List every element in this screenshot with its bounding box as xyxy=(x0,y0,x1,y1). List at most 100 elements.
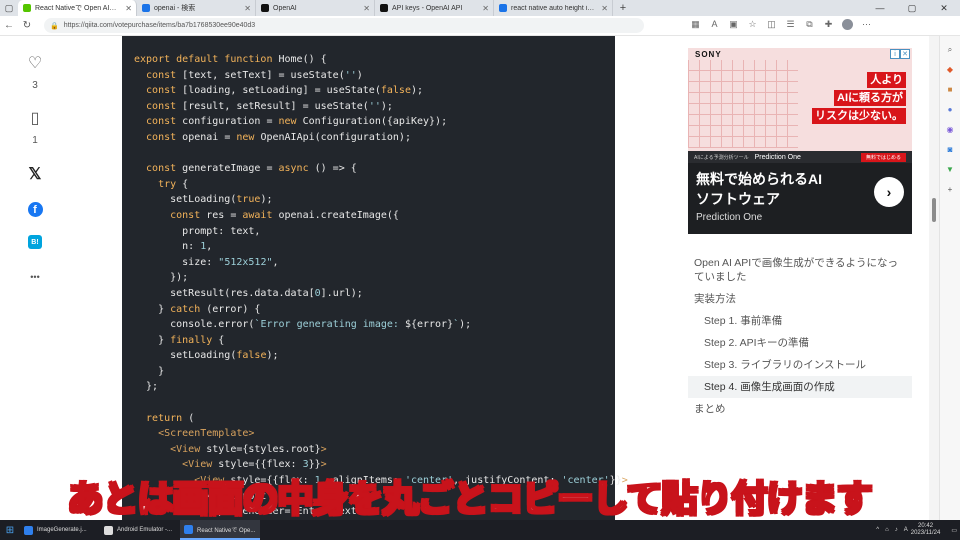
code-token: n: xyxy=(134,241,201,253)
tab-favicon-icon xyxy=(142,4,150,12)
scrollbar[interactable] xyxy=(929,36,939,520)
advertisement[interactable]: SONY i ✕ 人より AIに頼る方が リスクは少ない。 AIによる予測分析ツ… xyxy=(688,48,912,234)
extensions-icon[interactable]: ✚ xyxy=(819,19,838,32)
code-line: setResult(res.data.data[0].url); xyxy=(134,286,615,302)
code-line: const openai = new OpenAIApi(configurati… xyxy=(134,130,615,146)
code-token: setLoading( xyxy=(134,194,237,206)
code-token: setResult(res.data.data[ xyxy=(134,287,315,299)
code-token: export default function xyxy=(134,54,279,65)
image-icon[interactable]: ▣ xyxy=(724,19,743,32)
drop-icon[interactable]: ▼ xyxy=(946,160,954,180)
tray-chevron-icon[interactable]: ^ xyxy=(876,527,879,533)
apps-icon[interactable]: ● xyxy=(948,100,953,120)
new-tab-button[interactable]: + xyxy=(616,2,630,14)
code-token: const xyxy=(134,163,183,175)
ad-mid-text: AIによる予測分析ツール xyxy=(694,154,749,161)
briefcase-icon[interactable]: ■ xyxy=(948,80,953,100)
ad-product: Prediction One xyxy=(754,153,801,161)
code-token: ) xyxy=(356,69,363,81)
code-token: , xyxy=(206,241,213,253)
clock[interactable]: 20:42 2023/11/24 xyxy=(911,523,941,537)
maximize-icon[interactable]: ▢ xyxy=(896,3,928,14)
close-window-icon[interactable]: ✕ xyxy=(928,3,960,14)
toc-item[interactable]: Step 4. 画像生成画面の作成 xyxy=(688,376,912,398)
ad-info-icon[interactable]: i xyxy=(890,49,900,59)
search-icon[interactable]: ⌕ xyxy=(948,40,952,60)
tag-icon[interactable]: ◆ xyxy=(947,60,953,80)
more-menu-icon[interactable]: ⋯ xyxy=(857,19,876,32)
code-token: ); xyxy=(410,85,424,97)
taskbar-app[interactable]: React Nativeで Ope... xyxy=(180,520,260,540)
taskbar-app[interactable]: ImageGenerate.j... xyxy=(20,520,100,540)
grid-icon[interactable]: ▦ xyxy=(686,19,705,32)
toc-item[interactable]: Step 1. 事前準備 xyxy=(688,310,912,332)
ad-cta-button[interactable]: 無料ではじめる xyxy=(860,152,906,162)
code-token: catch xyxy=(170,303,207,315)
toc-item[interactable]: まとめ xyxy=(688,398,912,420)
taskbar-app-label: ImageGenerate.j... xyxy=(37,527,87,533)
tab-close-icon[interactable]: ✕ xyxy=(601,4,608,13)
more-options-icon[interactable]: ••• xyxy=(30,267,39,287)
tab-0[interactable]: React Nativeで Open AIを使用して画像生成✕ xyxy=(18,0,137,16)
tab-close-icon[interactable]: ✕ xyxy=(244,4,251,13)
refresh-icon[interactable]: ↻ xyxy=(18,20,36,31)
split-icon[interactable]: ◫ xyxy=(762,19,781,32)
tray-volume-icon[interactable]: ♪ xyxy=(895,527,898,533)
tab-close-icon[interactable]: ✕ xyxy=(125,4,132,13)
add-sidebar-icon[interactable]: + xyxy=(948,180,953,200)
profile-avatar[interactable] xyxy=(838,19,857,32)
toc-item[interactable]: Open AI APIで画像生成ができるようになっていました xyxy=(688,252,912,288)
ad-choices[interactable]: i ✕ xyxy=(890,49,910,59)
tab-4[interactable]: react native auto height image ✕ xyxy=(494,0,613,16)
code-token: ].url); xyxy=(320,287,363,299)
code-token: } xyxy=(134,365,165,377)
tab-close-icon[interactable]: ✕ xyxy=(482,4,489,13)
collections-icon[interactable]: ⧉ xyxy=(800,19,819,32)
tray-network-icon[interactable]: ⌂ xyxy=(885,527,889,533)
back-icon[interactable]: ← xyxy=(0,20,18,31)
favorite-icon[interactable]: ☆ xyxy=(743,19,762,32)
ad-arrow-button[interactable]: › xyxy=(874,177,904,207)
minimize-icon[interactable]: — xyxy=(864,3,896,14)
tab-2[interactable]: OpenAI ✕ xyxy=(256,0,375,16)
url-field[interactable]: 🔒 https://qiita.com/votepurchase/items/b… xyxy=(44,18,644,33)
tab-title: react native auto height image xyxy=(511,4,599,12)
favorites-bar-icon[interactable]: ☰ xyxy=(781,19,800,32)
toc-item[interactable]: 実装方法 xyxy=(688,288,912,310)
notification-icon[interactable]: ▭ xyxy=(951,527,957,534)
tab-1[interactable]: openai - 検索 ✕ xyxy=(137,0,256,16)
toolbar-icons: ▦ A ▣ ☆ ◫ ☰ ⧉ ✚ ⋯ xyxy=(686,19,876,32)
copilot-icon[interactable]: ◉ xyxy=(947,120,954,140)
stock-icon[interactable]: ▯ xyxy=(31,109,40,129)
code-line: <View style={{flex: 3}}> xyxy=(134,457,615,473)
like-count: 3 xyxy=(32,80,38,91)
tab-3[interactable]: API keys - OpenAI API ✕ xyxy=(375,0,494,16)
clock-date: 2023/11/24 xyxy=(910,530,941,536)
toc-item[interactable]: Step 3. ライブラリのインストール xyxy=(688,354,912,376)
tab-close-icon[interactable]: ✕ xyxy=(363,4,370,13)
like-heart-icon[interactable]: ♡ xyxy=(28,54,42,74)
code-token: > xyxy=(320,443,327,455)
start-icon[interactable]: ⊞ xyxy=(0,525,20,536)
code-token: style={styles.root} xyxy=(206,443,321,455)
code-line: prompt: text, xyxy=(134,224,615,240)
window-menu-icon[interactable]: ▢ xyxy=(0,0,18,16)
code-token: , xyxy=(272,256,279,268)
taskbar-app[interactable]: Android Emulator -... xyxy=(100,520,180,540)
ad-body: 無料で始められるAI ソフトウェア Prediction One › xyxy=(688,163,912,229)
ad-illustration xyxy=(688,60,798,148)
toc-item[interactable]: Step 2. APIキーの準備 xyxy=(688,332,912,354)
code-token: finally xyxy=(170,334,219,346)
scrollbar-thumb[interactable] xyxy=(932,198,936,222)
code-token: }} xyxy=(308,459,321,471)
facebook-share-icon[interactable]: f xyxy=(27,202,43,217)
code-line: const configuration = new Configuration(… xyxy=(134,114,615,130)
tray-input-icon[interactable]: A xyxy=(904,527,908,533)
outlook-icon[interactable]: ◙ xyxy=(948,140,953,160)
hatena-bookmark-icon[interactable]: B! xyxy=(28,235,42,249)
read-aloud-icon[interactable]: A xyxy=(705,19,724,32)
ad-close-icon[interactable]: ✕ xyxy=(900,49,910,59)
x-share-icon[interactable]: 𝕏 xyxy=(29,164,42,184)
ad-tagline: Prediction One xyxy=(696,212,763,223)
